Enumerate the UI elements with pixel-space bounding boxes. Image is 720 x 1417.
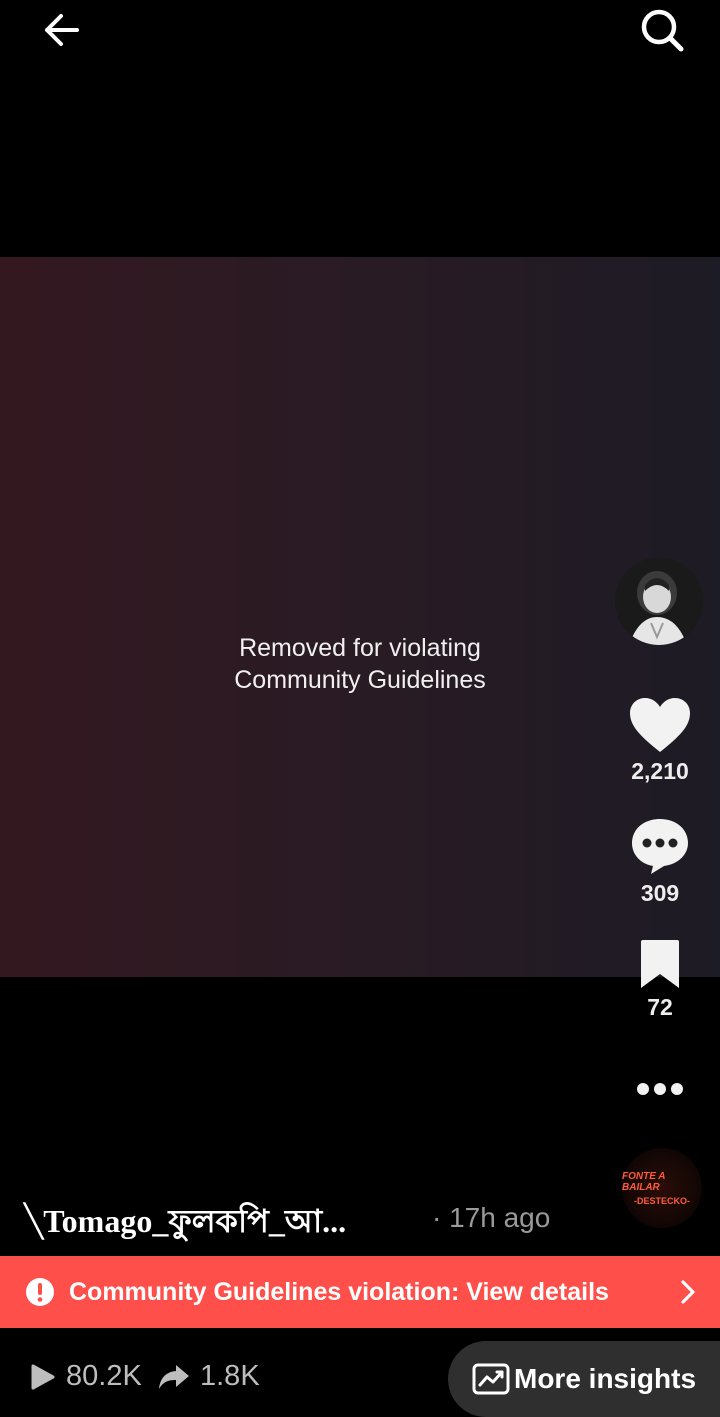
more-insights-label: More insights <box>514 1363 697 1394</box>
comment-button[interactable]: 309 <box>610 816 710 907</box>
save-count: 72 <box>647 994 673 1020</box>
shares-stat: 1.8K <box>158 1360 260 1393</box>
more-insights-button[interactable]: More insights <box>448 1341 720 1417</box>
back-button[interactable] <box>31 0 91 60</box>
alert-icon <box>26 1278 54 1306</box>
author-name[interactable]: ╲Tomago_ফুলকপি_আ... <box>24 1196 346 1250</box>
search-icon <box>641 9 684 52</box>
arrow-left-icon <box>45 14 79 46</box>
trend-chart-icon <box>472 1363 510 1395</box>
sound-disc[interactable]: FONTE A BAILAR -DESTECKO- <box>622 1148 702 1228</box>
removed-message-line2: Community Guidelines <box>234 666 486 694</box>
sound-disc-label-top: FONTE A BAILAR <box>622 1170 666 1193</box>
more-options-button[interactable] <box>610 1074 710 1104</box>
removed-message-line1: Removed for violating <box>239 634 481 662</box>
like-button[interactable]: 2,210 <box>610 696 710 785</box>
removed-message: Removed for violating Community Guidelin… <box>0 632 720 696</box>
heart-icon <box>630 698 690 752</box>
search-button[interactable] <box>632 0 692 60</box>
chevron-right-icon <box>681 1280 695 1304</box>
avatar-image <box>615 557 703 645</box>
comment-icon <box>632 819 688 874</box>
shares-count: 1.8K <box>200 1360 260 1392</box>
save-button[interactable]: 72 <box>610 938 710 1021</box>
views-stat: 80.2K <box>30 1360 142 1393</box>
violation-banner[interactable]: Community Guidelines violation: View det… <box>0 1256 720 1328</box>
post-timestamp: · 17h ago <box>432 1202 551 1233</box>
bookmark-icon <box>641 940 679 988</box>
more-dots-icon <box>637 1083 683 1095</box>
comment-count: 309 <box>640 880 680 906</box>
violation-banner-text: Community Guidelines violation: View det… <box>69 1277 609 1306</box>
views-count: 80.2K <box>66 1360 142 1392</box>
sound-disc-label-bottom: -DESTECKO- <box>634 1195 690 1206</box>
share-arrow-icon <box>159 1364 189 1389</box>
creator-avatar[interactable] <box>615 557 703 645</box>
like-count: 2,210 <box>631 758 689 784</box>
play-icon <box>31 1364 55 1389</box>
